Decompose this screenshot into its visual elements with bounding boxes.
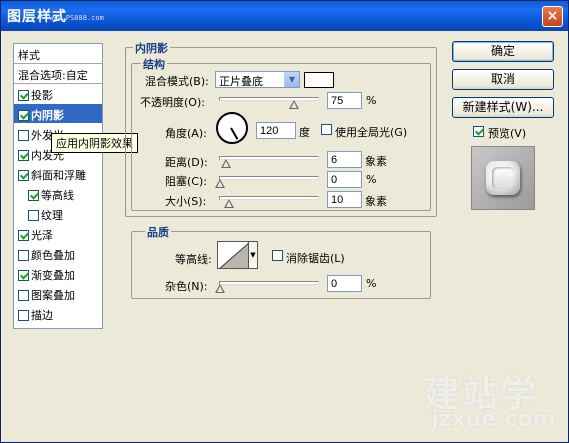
choke-slider-track[interactable] [219, 176, 319, 180]
title-bar: 图层样式 www.PS888.com × [1, 1, 568, 31]
choke-slider-thumb[interactable] [215, 179, 225, 188]
style-list-item-label: 渐变叠加 [31, 269, 75, 282]
distance-slider-thumb[interactable] [221, 159, 231, 168]
preview-label: 预览(V) [488, 127, 527, 140]
blend-mode-value: 正片叠底 [219, 75, 263, 88]
style-list-item-label: 斜面和浮雕 [31, 169, 86, 182]
antialias-checkbox[interactable] [272, 250, 283, 261]
choke-input[interactable] [327, 171, 362, 188]
style-checkbox[interactable] [18, 110, 29, 121]
style-list-item-label: 光泽 [31, 229, 53, 242]
style-list-item[interactable]: 斜面和浮雕 [14, 164, 102, 184]
style-checkbox[interactable] [18, 170, 29, 181]
style-list-item-label: 图案叠加 [31, 289, 75, 302]
style-checkbox[interactable] [18, 230, 29, 241]
contour-dropdown-button[interactable]: ▼ [248, 241, 258, 269]
angle-unit: 度 [299, 126, 310, 139]
size-input[interactable] [327, 191, 362, 208]
style-list-item[interactable]: 图案叠加 [14, 284, 102, 304]
style-list-item-label: 内阴影 [31, 109, 64, 122]
size-slider-thumb[interactable] [224, 199, 234, 208]
style-checkbox[interactable] [18, 130, 29, 141]
noise-unit: % [366, 277, 377, 290]
noise-slider-track[interactable] [219, 281, 319, 285]
style-checkbox[interactable] [28, 210, 39, 221]
style-checkbox[interactable] [18, 90, 29, 101]
contour-picker[interactable] [217, 241, 249, 269]
quality-title: 品质 [145, 224, 171, 240]
opacity-slider-track[interactable] [219, 97, 319, 101]
preview-button-shape [486, 161, 520, 195]
chevron-down-icon: ▼ [250, 251, 256, 259]
style-list-item[interactable]: 等高线 [14, 184, 102, 204]
watermark-url: jzxue.com [431, 407, 556, 432]
blend-mode-label: 混合模式(B): [145, 75, 209, 88]
blend-mode-select[interactable]: 正片叠底 ▼ [215, 71, 300, 88]
angle-label: 角度(A): [165, 127, 207, 140]
noise-input[interactable] [327, 275, 362, 292]
angle-dial-hand [230, 127, 239, 140]
antialias-label: 消除锯齿(L) [286, 252, 345, 265]
style-checkbox[interactable] [18, 310, 29, 321]
angle-dial[interactable] [216, 112, 248, 144]
style-list-item-label: 描边 [31, 309, 53, 322]
choke-unit: % [366, 173, 377, 186]
style-list-item-label: 纹理 [41, 209, 63, 222]
style-list: 样式 混合选项:自定 投影 内阴影 外发光 内发光 斜面和浮雕 等高线 纹理 光泽 颜色叠加 渐变… [13, 43, 103, 329]
noise-label: 杂色(N): [165, 280, 208, 293]
style-list-item[interactable]: 纹理 [14, 204, 102, 224]
style-list-item-label: 投影 [31, 89, 53, 102]
distance-unit: 象素 [365, 155, 387, 168]
size-slider-track[interactable] [219, 196, 319, 200]
opacity-slider-thumb[interactable] [289, 100, 299, 109]
new-style-button[interactable]: 新建样式(W)... [452, 97, 554, 118]
opacity-label: 不透明度(O): [140, 96, 205, 109]
opacity-input[interactable] [327, 92, 362, 109]
style-list-item[interactable]: 内阴影 [14, 104, 102, 124]
ok-button[interactable]: 确定 [452, 41, 554, 62]
size-label: 大小(S): [165, 195, 207, 208]
inner-shadow-title: 内阴影 [133, 40, 170, 56]
distance-label: 距离(D): [165, 156, 208, 169]
contour-curve-icon [219, 243, 248, 268]
style-checkbox[interactable] [18, 150, 29, 161]
distance-slider-track[interactable] [219, 156, 319, 160]
shadow-color-swatch[interactable] [304, 72, 334, 88]
style-list-item[interactable]: 渐变叠加 [14, 264, 102, 284]
style-list-item[interactable]: 颜色叠加 [14, 244, 102, 264]
cancel-button[interactable]: 取消 [452, 69, 554, 90]
structure-title: 结构 [141, 56, 167, 72]
style-list-header[interactable]: 样式 [14, 44, 102, 64]
style-list-item[interactable]: 描边 [14, 304, 102, 324]
choke-label: 阻塞(C): [165, 175, 207, 188]
preview-thumbnail [471, 146, 535, 210]
style-list-item-label: 颜色叠加 [31, 249, 75, 262]
blend-options-item[interactable]: 混合选项:自定 [14, 64, 102, 84]
layer-style-dialog: 图层样式 www.PS888.com × 样式 混合选项:自定 投影 内阴影 外发光… [0, 0, 569, 443]
style-list-item[interactable]: 投影 [14, 84, 102, 104]
style-checkbox[interactable] [28, 190, 39, 201]
noise-slider-thumb[interactable] [215, 284, 225, 293]
opacity-unit: % [366, 94, 377, 107]
style-checkbox[interactable] [18, 290, 29, 301]
preview-checkbox[interactable] [473, 126, 484, 137]
style-checkbox[interactable] [18, 250, 29, 261]
global-light-checkbox[interactable] [321, 124, 332, 135]
chevron-down-icon: ▼ [284, 72, 299, 87]
distance-input[interactable] [327, 151, 362, 168]
close-button[interactable]: × [542, 6, 563, 27]
style-list-item[interactable]: 光泽 [14, 224, 102, 244]
size-unit: 象素 [365, 195, 387, 208]
global-light-label: 使用全局光(G) [335, 126, 408, 139]
style-checkbox[interactable] [18, 270, 29, 281]
angle-input[interactable] [256, 122, 296, 139]
close-icon: × [546, 8, 559, 24]
title-watermark: www.PS888.com [49, 14, 104, 22]
style-list-item-label: 等高线 [41, 189, 74, 202]
contour-label: 等高线: [175, 253, 212, 266]
